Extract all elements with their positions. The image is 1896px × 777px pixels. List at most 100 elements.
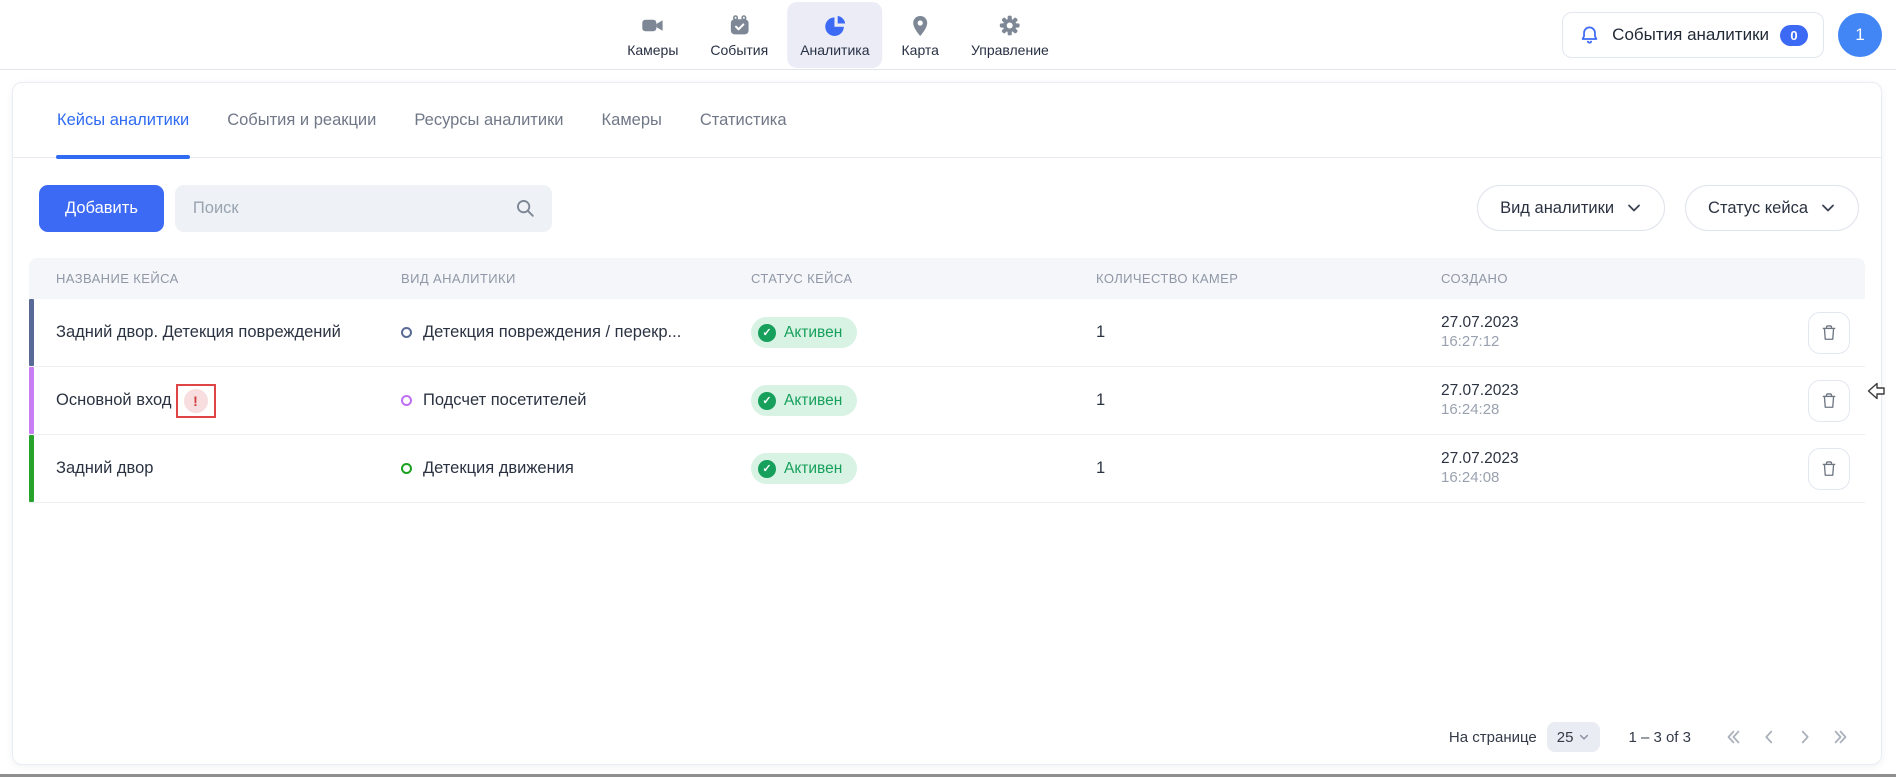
nav-item-map[interactable]: Карта [889,2,952,68]
pager-buttons [1719,723,1855,751]
table-header-row: НАЗВАНИЕ КЕЙСА ВИД АНАЛИТИКИ СТАТУС КЕЙС… [29,258,1865,299]
last-page-button[interactable] [1827,723,1855,751]
column-header-cameras: КОЛИЧЕСТВО КАМЕР [1069,271,1414,286]
topbar-right: События аналитики 0 1 [1562,0,1882,70]
analytics-type-label: Детекция движения [423,459,574,478]
avatar[interactable]: 1 [1838,13,1882,57]
nav-label-admin: Управление [971,42,1049,58]
map-pin-icon [908,12,932,39]
cases-table: НАЗВАНИЕ КЕЙСА ВИД АНАЛИТИКИ СТАТУС КЕЙС… [29,258,1865,503]
tab-label: Статистика [700,111,787,130]
tab-events-reactions[interactable]: События и реакции [227,83,376,157]
status-label: Активен [784,392,842,410]
delete-button[interactable] [1808,312,1850,354]
camera-count-cell: 1 [1069,391,1414,410]
page-range-label: 1 – 3 of 3 [1628,729,1691,746]
case-color-bar [29,435,34,502]
case-color-bar [29,367,34,434]
tab-statistics[interactable]: Статистика [700,83,787,157]
nav-label-analytics: Аналитика [800,42,869,58]
prev-page-button[interactable] [1755,723,1783,751]
app-window: Камеры События Аналитика Карта [0,0,1896,777]
add-button[interactable]: Добавить [39,185,164,232]
created-cell: 27.07.2023 16:27:12 [1414,314,1714,351]
table-row[interactable]: Задний двор. Детекция повреждений Детекц… [29,299,1865,367]
check-icon: ✓ [758,392,776,410]
status-cell: ✓ Активен [724,317,1069,348]
created-time: 16:27:12 [1441,334,1499,351]
status-cell: ✓ Активен [724,453,1069,484]
column-header-type: ВИД АНАЛИТИКИ [374,271,724,286]
main-nav: Камеры События Аналитика Карта [614,0,1062,70]
table-row[interactable]: Задний двор Детекция движения ✓ Активен … [29,435,1865,503]
created-time: 16:24:08 [1441,470,1499,487]
created-cell: 27.07.2023 16:24:28 [1414,382,1714,419]
camera-count-cell: 1 [1069,459,1414,478]
created-date: 27.07.2023 [1441,314,1519,331]
analytics-type-filter[interactable]: Вид аналитики [1477,185,1665,231]
case-name-cell: Задний двор. Детекция повреждений [29,323,374,342]
analytics-type-label: Детекция повреждения / перекр... [423,323,681,342]
actions-cell [1714,380,1865,422]
nav-item-analytics[interactable]: Аналитика [787,2,882,68]
actions-cell [1714,312,1865,354]
trash-icon [1819,391,1839,411]
table-row[interactable]: Основной вход ! Подсчет посетителей ✓ Ак… [29,367,1865,435]
pie-chart-icon [822,12,848,39]
created-cell: 27.07.2023 16:24:08 [1414,450,1714,487]
column-header-created: СОЗДАНО [1414,271,1714,286]
warning-icon: ! [184,389,208,413]
search-box [175,185,552,232]
calendar-check-icon [727,12,752,39]
filter-label: Вид аналитики [1500,199,1614,218]
case-status-filter[interactable]: Статус кейса [1685,185,1859,231]
created-date: 27.07.2023 [1441,450,1519,467]
tab-cameras[interactable]: Камеры [602,83,662,157]
events-count-badge: 0 [1780,25,1808,46]
check-icon: ✓ [758,324,776,342]
per-page-control: На странице 25 [1449,722,1601,752]
pagination: На странице 25 1 – 3 of 3 [1449,722,1855,752]
search-icon[interactable] [514,197,536,224]
bell-icon [1578,24,1601,47]
nav-label-cameras: Камеры [627,42,678,58]
delete-button[interactable] [1808,380,1850,422]
status-cell: ✓ Активен [724,385,1069,416]
tab-analytics-cases[interactable]: Кейсы аналитики [57,83,189,157]
trash-icon [1819,323,1839,343]
nav-item-events[interactable]: События [697,2,781,68]
gear-icon [997,12,1022,39]
nav-item-cameras[interactable]: Камеры [614,2,691,68]
nav-item-admin[interactable]: Управление [958,2,1062,68]
analytics-type-cell: Подсчет посетителей [374,391,724,410]
case-name: Основной вход [56,391,172,410]
tab-label: Ресурсы аналитики [414,111,563,130]
next-page-button[interactable] [1791,723,1819,751]
status-label: Активен [784,460,842,478]
per-page-label: На странице [1449,729,1537,746]
analytics-type-icon [401,395,412,406]
created-date: 27.07.2023 [1441,382,1519,399]
search-input[interactable] [175,185,552,232]
video-camera-icon [640,12,665,39]
actions-cell [1714,448,1865,490]
case-name-cell: Задний двор [29,459,374,478]
toolbar: Добавить Вид аналитики Статус кейса [13,158,1881,258]
first-page-button[interactable] [1719,723,1747,751]
delete-button[interactable] [1808,448,1850,490]
column-header-name: НАЗВАНИЕ КЕЙСА [29,271,374,286]
analytics-type-icon [401,327,412,338]
top-navigation-bar: Камеры События Аналитика Карта [0,0,1896,70]
filters: Вид аналитики Статус кейса [1477,185,1859,231]
trash-icon [1819,459,1839,479]
analytics-type-cell: Детекция повреждения / перекр... [374,323,724,342]
nav-label-map: Карта [902,42,939,58]
analytics-events-button[interactable]: События аналитики 0 [1562,12,1824,58]
status-badge: ✓ Активен [751,385,857,416]
per-page-select[interactable]: 25 [1547,722,1601,752]
warning-annotation: ! [176,384,216,418]
content-card: Кейсы аналитики События и реакции Ресурс… [12,82,1882,765]
tab-analytics-resources[interactable]: Ресурсы аналитики [414,83,563,157]
camera-count-cell: 1 [1069,323,1414,342]
events-button-label: События аналитики [1612,25,1769,45]
